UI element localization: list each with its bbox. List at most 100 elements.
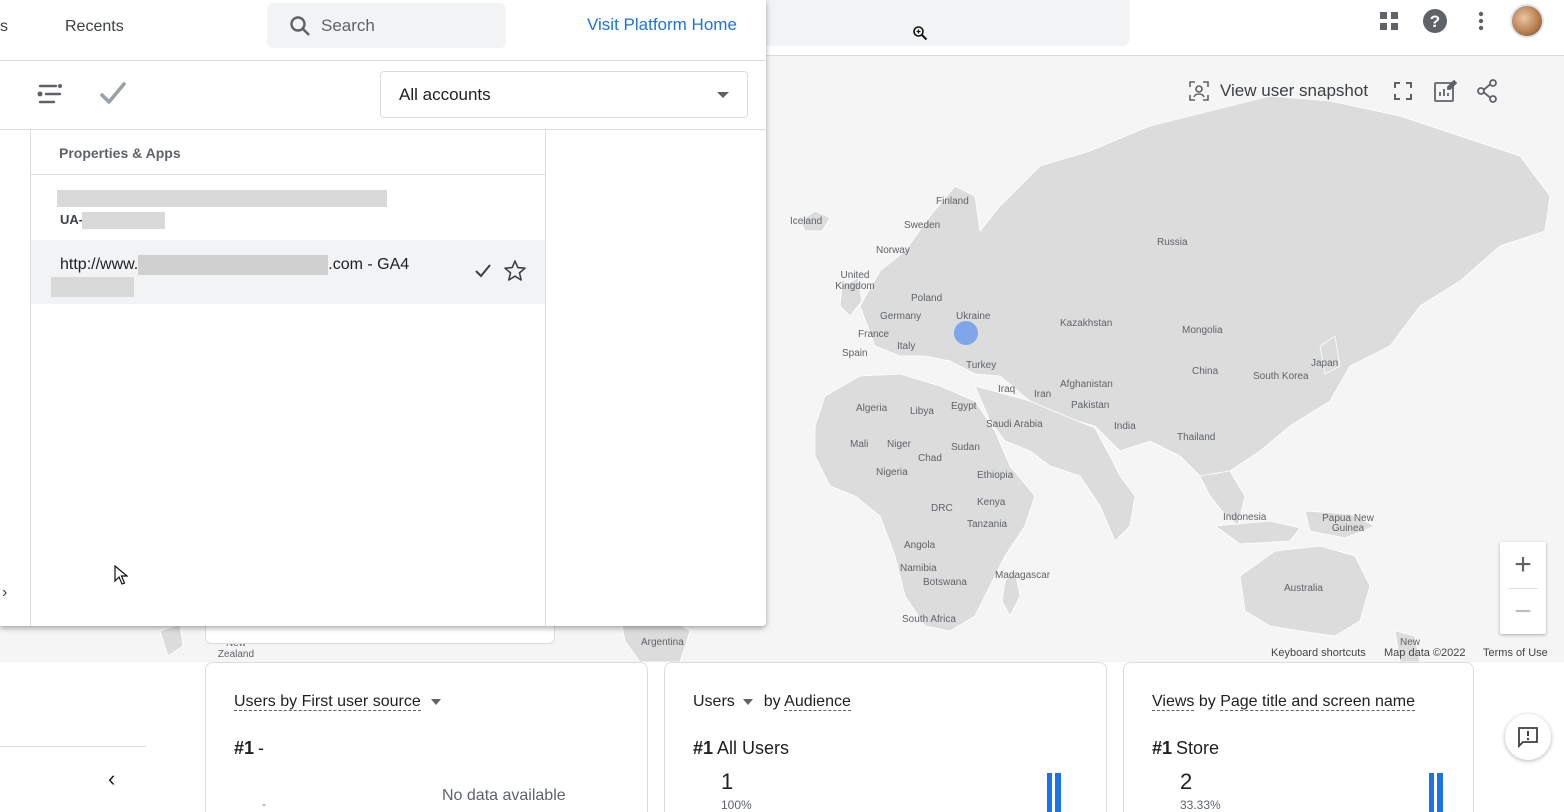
view-user-snapshot-button[interactable]: View user snapshot: [1188, 80, 1368, 102]
popup-search[interactable]: [267, 3, 506, 48]
map-label: Tanzania: [967, 519, 1008, 530]
map-label: Algeria: [856, 403, 888, 414]
chevron-left-icon[interactable]: ‹: [108, 766, 115, 792]
column-header-divider: [31, 174, 545, 175]
map-label: Angola: [904, 540, 936, 551]
card-title[interactable]: Views by Page title and screen name: [1152, 693, 1415, 711]
keyboard-shortcuts-link[interactable]: Keyboard shortcuts: [1271, 647, 1366, 659]
map-label: Sudan: [951, 442, 980, 453]
dropdown-caret-icon[interactable]: [431, 698, 442, 705]
map-label: Russia: [1157, 237, 1188, 248]
map-label: Thailand: [1177, 432, 1216, 443]
svg-text:?: ?: [1430, 12, 1440, 31]
map-label: Afghanistan: [1060, 379, 1113, 390]
feedback-icon: [1518, 727, 1538, 748]
redacted-domain: [138, 255, 329, 275]
tab-recents[interactable]: Recents: [65, 18, 124, 36]
map-toolbar: View user snapshot: [1188, 74, 1508, 108]
column-divider: [30, 130, 31, 626]
map-label: Poland: [911, 293, 943, 304]
zoom-out-button[interactable]: −: [1500, 589, 1546, 635]
map-label: Indonesia: [1223, 512, 1267, 523]
map-label: Madagascar: [995, 570, 1051, 581]
dropdown-caret-icon[interactable]: [743, 698, 754, 705]
metric-label[interactable]: Users: [693, 693, 735, 710]
by-label: by: [1198, 693, 1216, 710]
map-label: Botswana: [923, 577, 967, 588]
search-icon: [290, 15, 310, 36]
sidebar-bottom: [0, 662, 160, 812]
dimension-label[interactable]: Page title and screen name: [1220, 693, 1415, 711]
map-label: Spain: [842, 348, 868, 359]
map-label: Kenya: [977, 497, 1006, 508]
chevron-down-icon: [717, 91, 729, 98]
avatar: [1510, 4, 1544, 38]
card-title[interactable]: Users by Audience: [693, 693, 851, 711]
terms-of-use-link[interactable]: Terms of Use: [1483, 647, 1548, 659]
account-avatar[interactable]: [1504, 4, 1550, 38]
map-label: Iran: [1034, 389, 1052, 400]
card-users-by-audience: Users by Audience #1 All Users 1 100%: [664, 662, 1107, 812]
map-zoom-control: + −: [1500, 542, 1546, 634]
map-label: Kazakhstan: [1060, 318, 1113, 329]
card-number: 1: [721, 769, 734, 794]
chevron-right-icon[interactable]: ›: [2, 584, 7, 602]
map-label: South Africa: [902, 614, 956, 625]
customize-report-icon[interactable]: [1424, 74, 1466, 108]
map-label: Finland: [936, 196, 969, 207]
view-user-snapshot-label: View user snapshot: [1220, 81, 1369, 100]
card-bar: [1429, 773, 1443, 812]
card-title[interactable]: Users by First user source: [234, 693, 442, 711]
no-data-message: No data available: [442, 787, 566, 804]
help-icon[interactable]: ?: [1412, 4, 1458, 38]
map-label: Turkey: [966, 360, 997, 371]
rank-value: Store: [1176, 738, 1220, 758]
zoom-in-button[interactable]: +: [1500, 542, 1546, 588]
more-vert-icon[interactable]: [1458, 4, 1504, 38]
feedback-button[interactable]: [1505, 714, 1551, 760]
rank-label: #1: [693, 738, 714, 758]
tab-partial[interactable]: s: [0, 18, 8, 36]
card-percent: 100%: [721, 798, 752, 812]
by-label: by: [763, 693, 781, 710]
star-outline-icon[interactable]: [503, 259, 527, 283]
map-label: Ethiopia: [977, 470, 1014, 481]
search-input[interactable]: [321, 15, 491, 36]
apps-grid-icon[interactable]: [1366, 4, 1412, 38]
visit-platform-home-link[interactable]: Visit Platform Home: [587, 15, 737, 35]
rank-value: -: [258, 738, 265, 758]
map-label: Chad: [918, 453, 942, 464]
redacted-property-id: [51, 277, 134, 297]
zoom-cursor-icon: [913, 26, 928, 41]
map-label: United Kingdom: [835, 270, 875, 292]
metric-label[interactable]: Views: [1152, 693, 1195, 711]
rank-value: All Users: [717, 738, 790, 758]
card-views-by-page-title: Views by Page title and screen name #1 St…: [1123, 662, 1474, 812]
properties-apps-header: Properties & Apps: [59, 145, 181, 161]
map-label: Mongolia: [1182, 325, 1223, 336]
share-icon[interactable]: [1466, 74, 1508, 108]
filter-lines-icon[interactable]: [36, 80, 64, 108]
fullscreen-icon[interactable]: [1382, 74, 1424, 108]
check-icon[interactable]: [98, 80, 128, 108]
property-name[interactable]: http://www. .com - GA4: [60, 255, 409, 275]
card-rank: #1 All Users: [693, 738, 789, 759]
map-label: France: [858, 329, 890, 340]
sidebar-divider: [0, 746, 146, 747]
popup-divider: [0, 60, 766, 61]
rank-label: #1: [1152, 738, 1173, 758]
map-label: Mali: [850, 439, 869, 450]
property-name-suffix: .com - GA4: [328, 256, 410, 273]
map-label: Nigeria: [876, 467, 908, 478]
rank-label: #1: [234, 738, 255, 758]
card-number: 2: [1180, 769, 1193, 794]
account-select[interactable]: All accounts: [380, 71, 748, 118]
map-label: India: [1114, 421, 1136, 432]
map-label: Saudi Arabia: [986, 419, 1043, 430]
map-label: Australia: [1284, 583, 1323, 594]
card-rank: #1-: [234, 738, 264, 759]
dimension-label[interactable]: Audience: [784, 693, 851, 711]
map-label: Ukraine: [956, 311, 991, 322]
property-row[interactable]: [57, 190, 387, 207]
map-label: Iceland: [790, 216, 823, 227]
